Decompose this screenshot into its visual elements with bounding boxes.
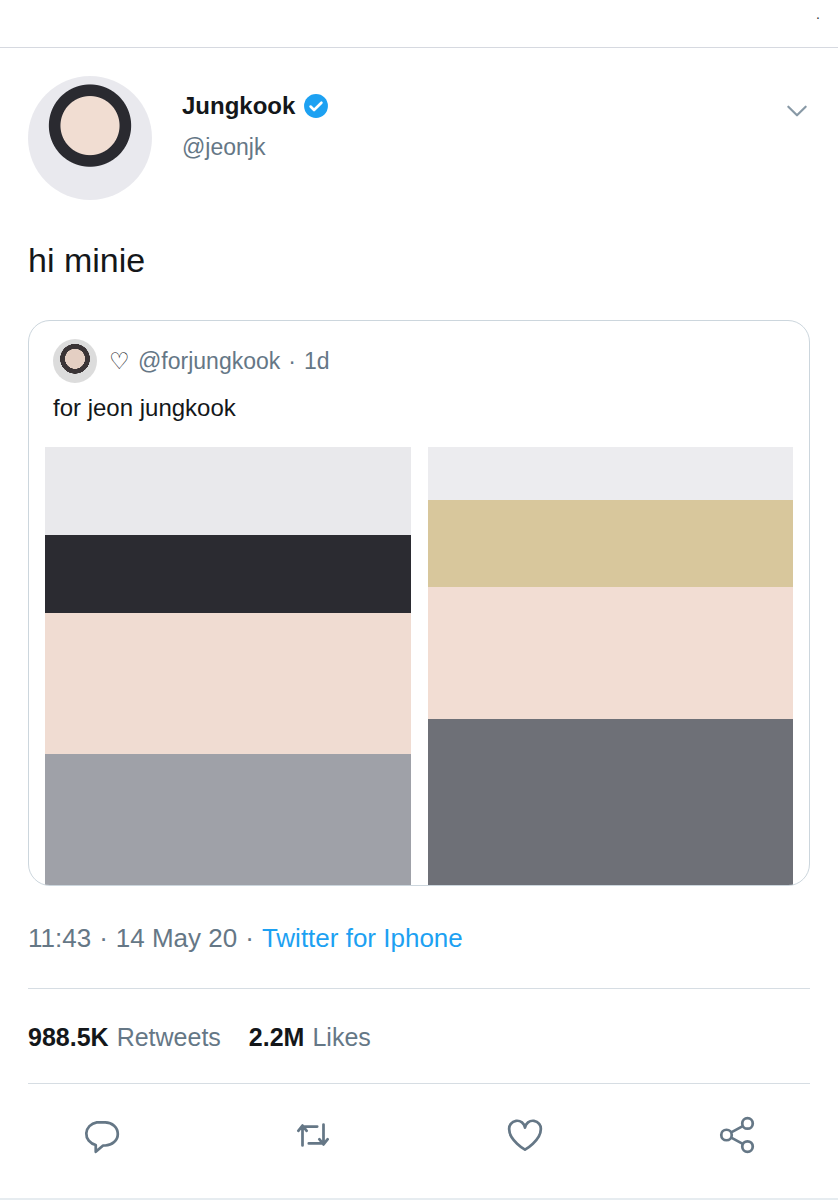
tweet-text: hi minie [0, 240, 838, 280]
stat-label: Retweets [117, 1022, 221, 1052]
meta-separator: · [99, 922, 108, 954]
author-avatar[interactable] [28, 76, 152, 200]
chevron-down-icon[interactable] [784, 98, 810, 124]
quoted-photos [29, 447, 809, 885]
stat[interactable]: 2.2M Likes [249, 1022, 371, 1052]
quoted-separator: · [288, 348, 296, 375]
stat-count: 988.5K [28, 1022, 109, 1052]
tweet-page: . Jungkook @jeonjk hi minie ♡ @forjungko… [0, 0, 838, 1200]
meta-separator: · [245, 922, 254, 954]
tweet-meta: 11:43 · 14 May 20 · Twitter for Iphone [0, 922, 838, 954]
stat-label: Likes [312, 1022, 370, 1052]
quoted-text: for jeon jungkook [29, 383, 809, 447]
author-handle[interactable]: @jeonjk [182, 134, 329, 161]
share-icon[interactable] [716, 1114, 758, 1156]
action-bar [0, 1084, 838, 1156]
stat-count: 2.2M [249, 1022, 305, 1052]
retweet-icon[interactable] [292, 1114, 334, 1156]
quoted-header: ♡ @forjungkook · 1d [29, 339, 809, 383]
divider [28, 988, 810, 989]
reply-icon[interactable] [80, 1114, 122, 1156]
like-icon[interactable] [504, 1114, 546, 1156]
tweet-source[interactable]: Twitter for Iphone [262, 922, 463, 954]
quoted-display-name: ♡ [109, 348, 130, 375]
quoted-avatar[interactable] [53, 339, 97, 383]
top-mark: . [816, 0, 820, 28]
quoted-age: 1d [304, 348, 330, 375]
top-bar: . [0, 0, 838, 48]
tweet-time: 11:43 [28, 922, 91, 954]
photo[interactable] [428, 447, 794, 885]
author-name[interactable]: Jungkook [182, 92, 295, 120]
quoted-handle[interactable]: @forjungkook [138, 348, 280, 375]
tweet-stats: 988.5K Retweets 2.2M Likes [0, 989, 838, 1052]
divider [28, 1083, 810, 1084]
quoted-tweet[interactable]: ♡ @forjungkook · 1d for jeon jungkook [28, 320, 810, 886]
tweet-date: 14 May 20 [116, 922, 237, 954]
photo[interactable] [45, 447, 411, 885]
verified-icon [303, 93, 329, 119]
author-names: Jungkook @jeonjk [182, 92, 329, 161]
tweet-header: Jungkook @jeonjk [0, 48, 838, 200]
stat[interactable]: 988.5K Retweets [28, 1022, 221, 1052]
